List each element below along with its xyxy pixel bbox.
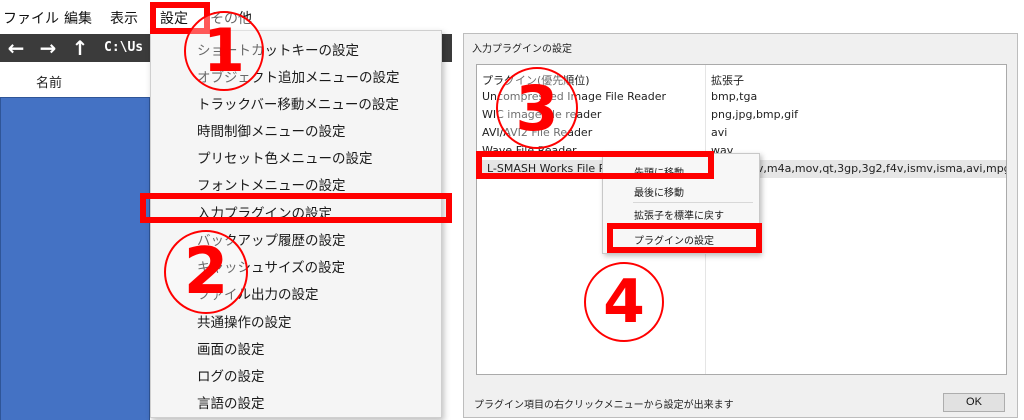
menu-item-preset-color-menu[interactable]: プリセット色メニューの設定	[197, 147, 373, 167]
dialog-title: 入力プラグインの設定	[472, 44, 572, 55]
arrow-left-icon[interactable]: ←	[2, 36, 30, 60]
step-number: 4	[603, 267, 645, 337]
step-marker-1: 1	[184, 11, 264, 91]
highlight-lsmash-row	[476, 151, 714, 179]
arrow-right-icon[interactable]: →	[34, 36, 62, 60]
menu-file[interactable]: ファイル	[3, 8, 59, 28]
plugin-extensions: png,jpg,bmp,gif	[711, 108, 799, 121]
settings-dropdown-menu: ショートカットキーの設定 オブジェクト追加メニューの設定 トラックバー移動メニュ…	[150, 30, 442, 418]
file-list-panel	[0, 97, 150, 420]
column-header-extension[interactable]: 拡張子	[711, 72, 744, 88]
menu-item-time-control-menu[interactable]: 時間制御メニューの設定	[197, 120, 346, 140]
menu-item-font-menu[interactable]: フォントメニューの設定	[197, 174, 346, 194]
menu-edit[interactable]: 編集	[64, 8, 92, 28]
arrow-up-icon[interactable]: ↑	[66, 36, 94, 60]
step-number: 1	[203, 16, 245, 86]
menu-item-trackbar-menu[interactable]: トラックバー移動メニューの設定	[197, 93, 399, 113]
context-move-bottom[interactable]: 最後に移動	[634, 184, 684, 199]
highlight-input-plugin-item	[140, 193, 452, 223]
highlight-plugin-settings-item	[607, 223, 762, 253]
menu-view[interactable]: 表示	[110, 8, 138, 28]
menu-separator	[633, 202, 753, 203]
context-reset-extensions[interactable]: 拡張子を標準に戻す	[634, 207, 724, 222]
plugin-extensions: bmp,tga	[711, 90, 758, 103]
menu-item-language-settings[interactable]: 言語の設定	[197, 392, 265, 412]
menu-item-common-operation[interactable]: 共通操作の設定	[197, 311, 292, 331]
column-header-name[interactable]: 名前	[36, 72, 62, 91]
ok-button[interactable]: OK	[943, 393, 1005, 412]
step-marker-2: 2	[164, 230, 248, 314]
step-marker-3: 3	[496, 67, 578, 149]
step-number: 2	[183, 235, 229, 309]
step-marker-4: 4	[584, 262, 664, 342]
menu-item-log-settings[interactable]: ログの設定	[197, 365, 265, 385]
menu-item-screen-settings[interactable]: 画面の設定	[197, 338, 265, 358]
plugin-extensions: avi	[711, 126, 728, 139]
status-hint: プラグイン項目の右クリックメニューから設定が出来ます	[474, 400, 734, 411]
step-number: 3	[515, 71, 559, 145]
